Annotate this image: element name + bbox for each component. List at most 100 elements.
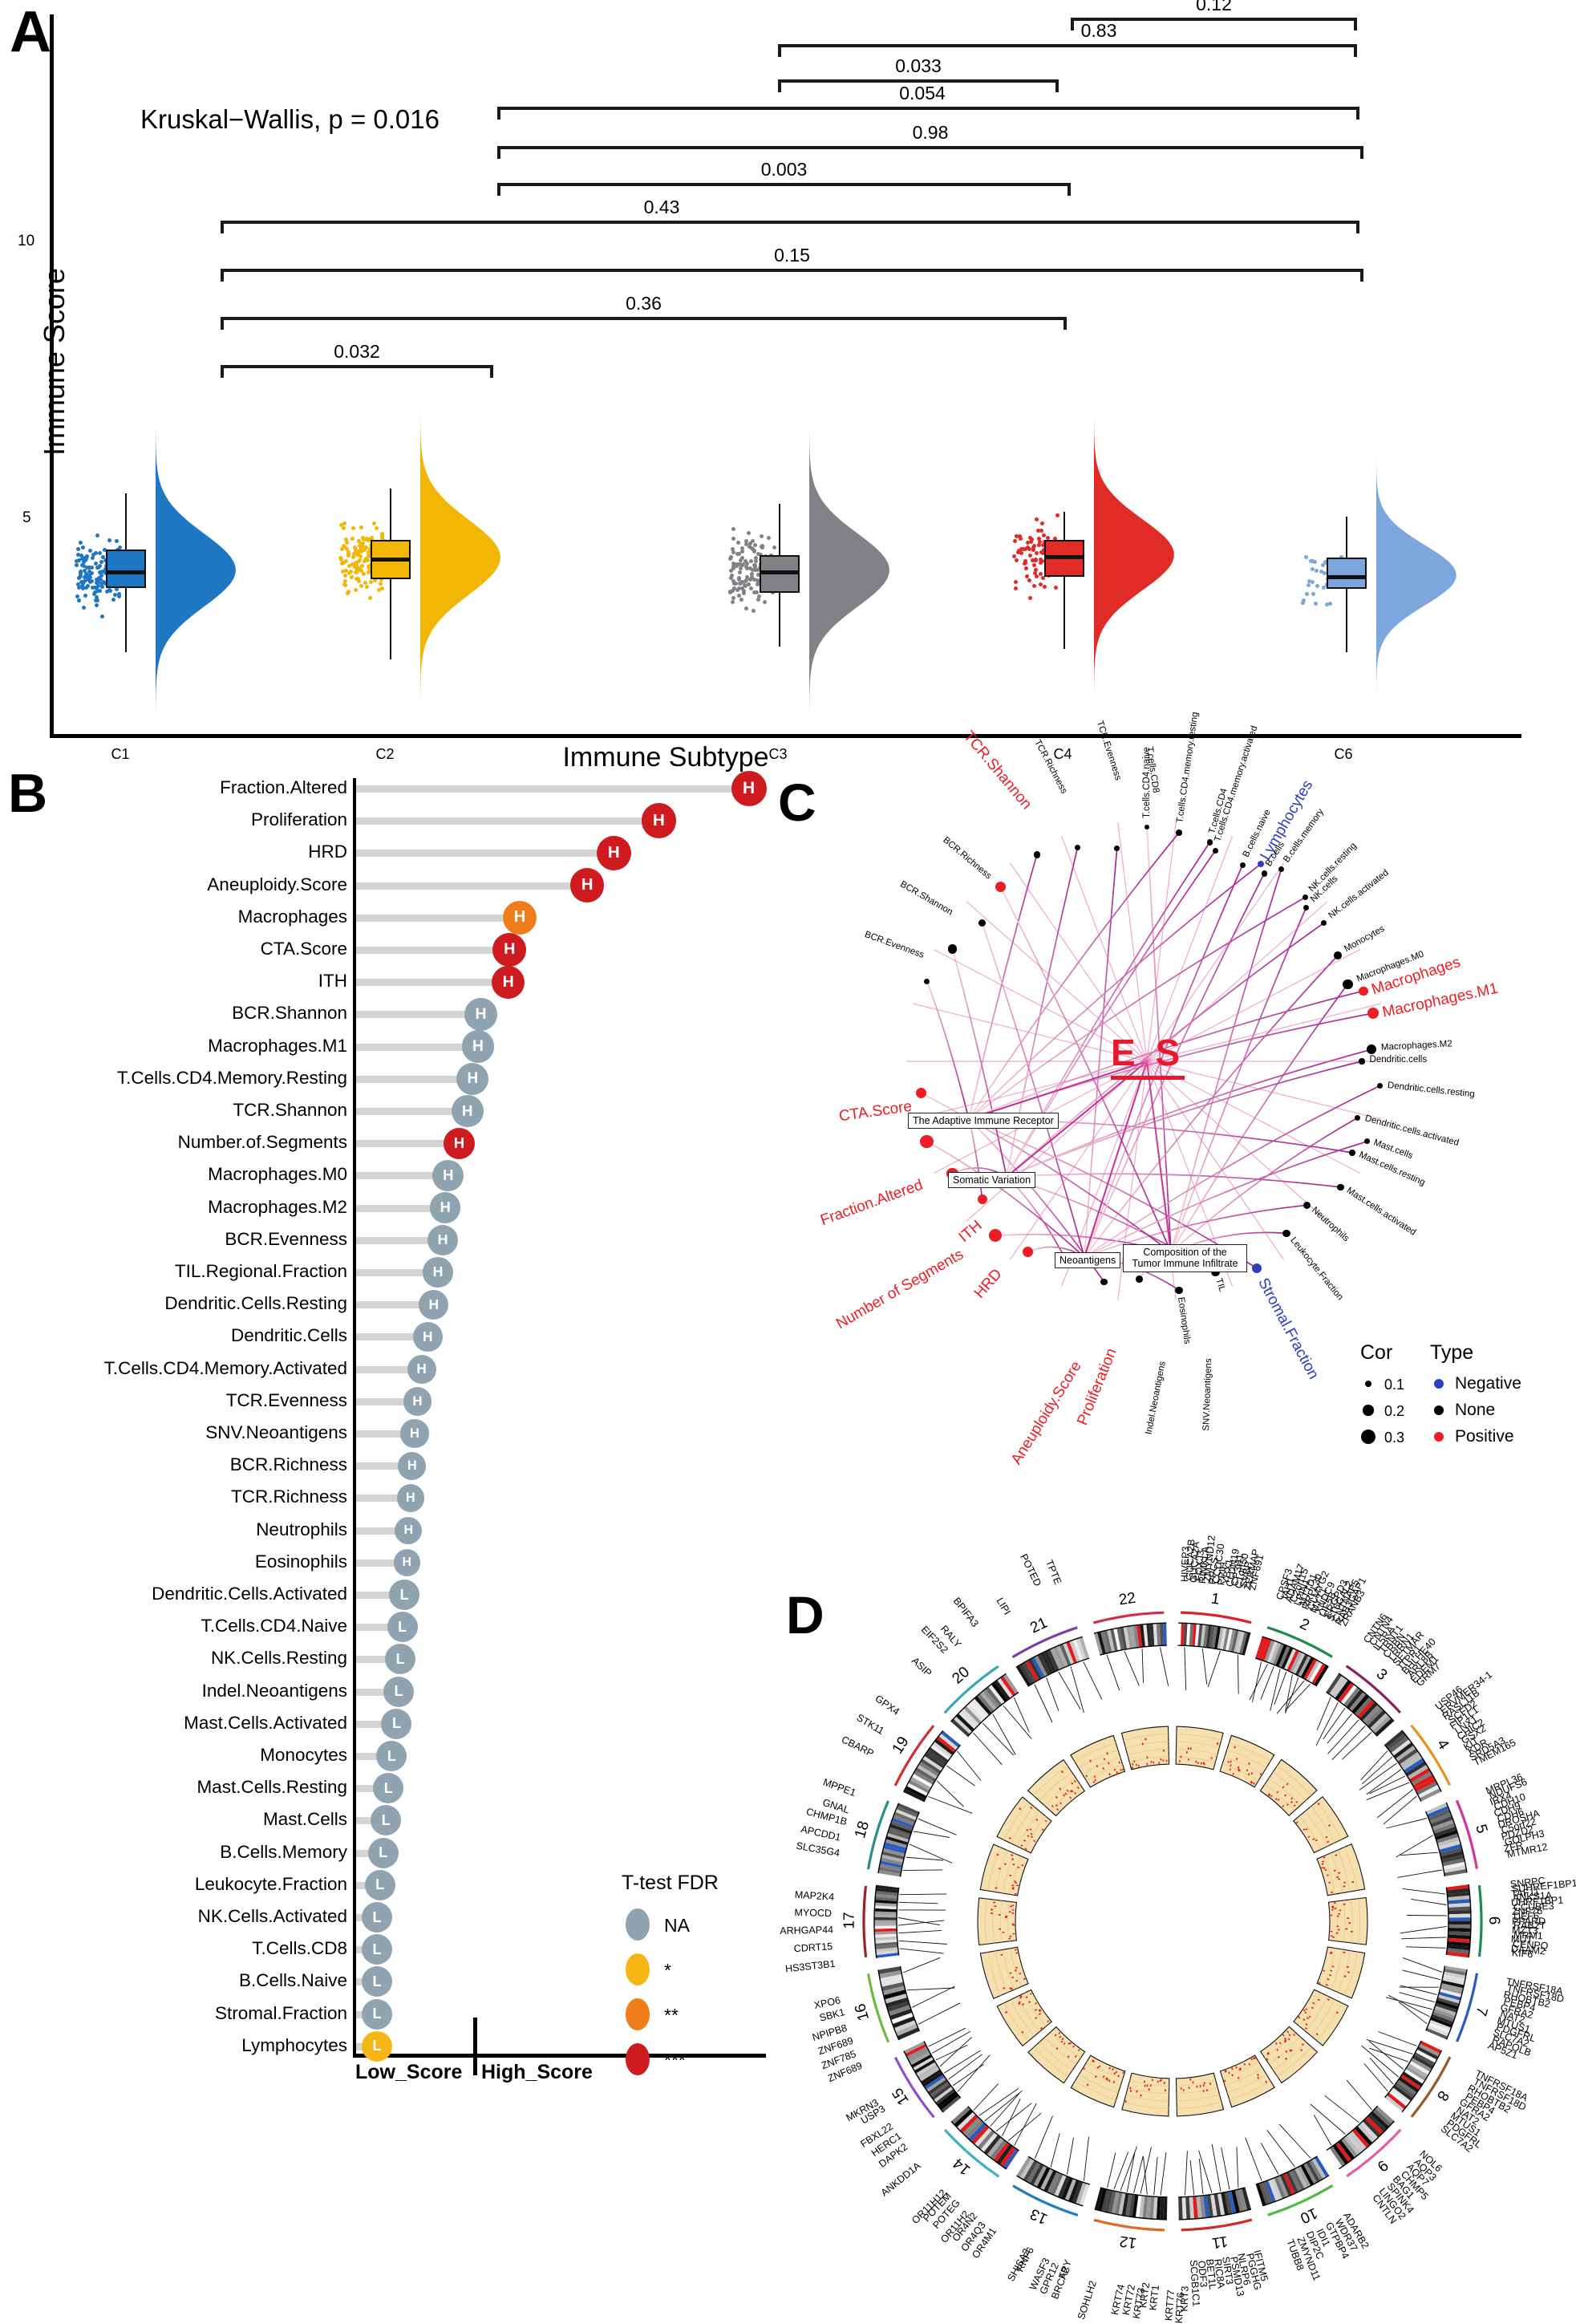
raincloud-point: [1301, 598, 1306, 602]
raincloud-point: [338, 557, 343, 562]
raincloud-point: [1027, 596, 1032, 601]
raincloud-point: [766, 536, 771, 541]
raincloud-point: [347, 564, 352, 569]
raincloud-point: [354, 587, 358, 592]
raincloud-point: [740, 546, 745, 550]
gene-label: CDRT15: [793, 1940, 833, 1954]
boxplot-median: [760, 570, 800, 574]
chromosome-number: 4: [1432, 1736, 1452, 1754]
gene-label: MAP2K4: [794, 1888, 835, 1904]
raincloud-point: [1038, 561, 1043, 566]
raincloud-point: [1028, 553, 1033, 558]
raincloud-point: [98, 570, 103, 574]
raincloud-point: [99, 584, 104, 589]
raincloud-point: [1311, 580, 1315, 585]
raincloud-point: [751, 609, 756, 614]
panel-d-gene-labels: 1 HIVEP3 GUCA2B GUCA2A FOXJ3 RIMKLA ZMYND12 PPC…: [770, 1535, 1576, 2323]
raincloud-point: [731, 537, 735, 541]
raincloud-point: [1054, 585, 1059, 590]
chromosome-number: 1: [1209, 1590, 1222, 1608]
chromosome-number: 2: [1296, 1616, 1312, 1635]
raincloud-point: [85, 578, 90, 582]
chromosome-number: 12: [1118, 2232, 1138, 2252]
raincloud-point: [772, 545, 776, 550]
legend-cor-value: 0.2: [1384, 1403, 1405, 1419]
raincloud-point: [111, 597, 116, 602]
raincloud-point: [731, 579, 735, 584]
raincloud-point: [362, 559, 367, 564]
gene-label: ASIP: [910, 1655, 934, 1679]
boxplot-median: [371, 557, 411, 562]
raincloud-point: [747, 544, 752, 549]
gene-label: LIPI: [994, 1596, 1013, 1617]
violin-density: [809, 256, 889, 716]
boxplot-box: [1327, 557, 1367, 590]
raincloud-point: [1034, 568, 1039, 573]
chromosome-number: 13: [1027, 2204, 1051, 2228]
raincloud-point: [95, 603, 99, 608]
raincloud-point: [379, 581, 383, 586]
raincloud-point: [731, 561, 735, 566]
boxplot-box: [106, 550, 146, 589]
raincloud-point: [739, 566, 743, 570]
raincloud-point: [744, 606, 749, 610]
raincloud-point: [731, 550, 735, 555]
raincloud-point: [1023, 558, 1028, 563]
chromosome-number: 21: [1027, 1614, 1051, 1637]
raincloud-point: [1042, 585, 1047, 590]
raincloud-point: [729, 574, 734, 578]
raincloud-point: [75, 562, 79, 567]
raincloud-point: [736, 540, 741, 545]
raincloud-point: [735, 587, 739, 592]
chromosome-number: 19: [889, 1734, 913, 1758]
boxplot-median: [106, 570, 146, 574]
raincloud-point: [1024, 574, 1029, 578]
chromosome-number: 18: [852, 1819, 873, 1840]
gene-label: SOHLH2: [1075, 2279, 1099, 2322]
legend-cor-dot: [1363, 1405, 1374, 1416]
raincloud-point: [75, 559, 79, 564]
raincloud-point: [1014, 534, 1019, 539]
raincloud-point: [752, 590, 756, 594]
raincloud-point: [741, 591, 746, 596]
raincloud-point: [87, 569, 91, 574]
raincloud-point: [368, 595, 373, 600]
gene-label: MPPE1: [821, 1776, 858, 1799]
raincloud-point: [375, 525, 379, 530]
legend-label: **: [664, 2005, 679, 2026]
raincloud-point: [1035, 550, 1039, 555]
raincloud-point: [84, 585, 89, 590]
chromosome-number: 3: [1373, 1665, 1391, 1685]
raincloud-point: [359, 584, 364, 589]
raincloud-point: [749, 575, 754, 580]
raincloud-point: [1039, 529, 1043, 533]
raincloud-point: [746, 582, 751, 586]
raincloud-point: [98, 550, 103, 555]
legend-swatch-na: [626, 1908, 650, 1941]
raincloud-point: [355, 577, 360, 582]
raincloud-point: [727, 590, 732, 595]
raincloud-point: [756, 597, 761, 602]
gene-label: BPIFA3: [950, 1595, 981, 1629]
raincloud-point: [1305, 591, 1310, 596]
raincloud-point: [752, 562, 756, 567]
legend-cor-value: 0.3: [1384, 1430, 1405, 1446]
raincloud-point: [95, 533, 100, 537]
raincloud-point: [1034, 517, 1039, 522]
raincloud-point: [1303, 554, 1308, 559]
raincloud-point: [350, 537, 354, 541]
legend-swatch-sig3: [626, 2043, 650, 2075]
legend-swatch-sig1: [626, 1953, 650, 1985]
raincloud-point: [752, 542, 757, 547]
violin-density: [1376, 256, 1456, 716]
raincloud-point: [115, 539, 120, 544]
raincloud-point: [353, 548, 358, 553]
raincloud-point: [80, 546, 85, 550]
raincloud-point: [351, 525, 356, 530]
raincloud-point: [1034, 574, 1039, 578]
violin-density: [156, 256, 236, 716]
x-tick-c1: C1: [111, 746, 130, 762]
chromosome-number: 10: [1297, 2204, 1320, 2227]
legend-cor-value: 0.1: [1384, 1377, 1405, 1393]
raincloud-point: [379, 531, 384, 536]
